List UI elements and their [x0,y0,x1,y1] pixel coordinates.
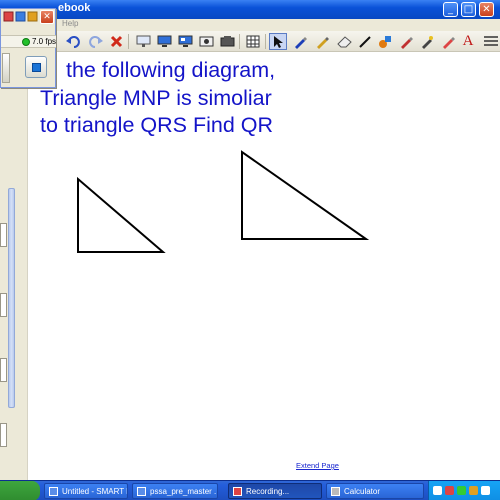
tray-network-icon[interactable] [457,486,466,495]
notebook-icon [49,486,58,496]
stop-recording-button[interactable] [25,56,47,78]
task-label: pssa_pre_master ... [150,486,217,496]
recorder-close-button[interactable]: ✕ [40,10,54,24]
taskbar: Untitled - SMART N... pssa_pre_master ..… [0,480,500,500]
tray-arrow-icon[interactable] [433,486,442,495]
taskbar-item-calculator[interactable]: Calculator [326,483,424,499]
tray-volume-icon[interactable] [469,486,478,495]
tray-recorder-icon[interactable] [445,486,454,495]
recording-status-icon [22,38,30,46]
tray-security-icon[interactable] [481,486,490,495]
diagram-layer [77,150,370,253]
fps-indicator: 7.0 fps [1,35,56,48]
fps-label: 7.0 fps [32,37,57,46]
taskbar-item-pssa[interactable]: pssa_pre_master ... [132,483,218,499]
triangle-mnp[interactable] [77,176,166,253]
taskbar-item-smart-notebook[interactable]: Untitled - SMART N... [44,483,128,499]
system-tray [428,481,500,500]
calculator-icon [331,486,340,496]
extend-page-link[interactable]: Extend Page [296,461,339,470]
recorder-icon-strip [2,10,40,24]
task-label: Untitled - SMART N... [62,486,127,496]
recorder-side-button[interactable] [2,53,10,83]
recorder-icon [233,486,242,496]
stop-icon [31,62,41,72]
task-label: Recording... [246,486,290,496]
taskbar-item-recording[interactable]: Recording... [228,483,322,499]
triangle-qrs[interactable] [241,150,370,240]
start-button[interactable] [0,481,40,500]
recorder-window[interactable]: ✕ 7.0 fps [0,8,56,88]
task-label: Calculator [344,486,381,496]
document-icon [137,486,146,496]
